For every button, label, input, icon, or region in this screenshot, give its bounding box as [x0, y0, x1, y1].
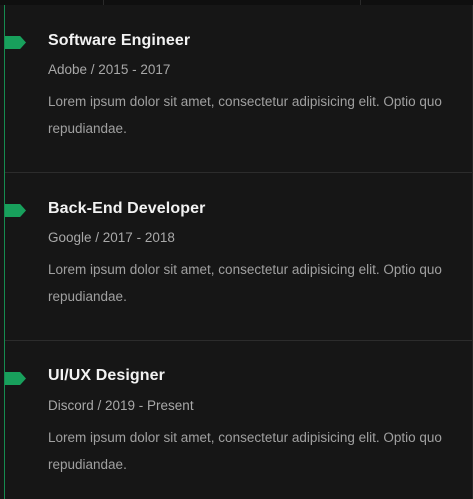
experience-item: UI/UX Designer Discord / 2019 - Present …: [5, 0, 472, 499]
job-title: UI/UX Designer: [48, 367, 165, 384]
job-meta: Discord / 2019 - Present: [48, 398, 194, 413]
timeline-marker-icon: [5, 372, 26, 385]
job-description: Lorem ipsum dolor sit amet, consectetur …: [48, 430, 442, 472]
experience-timeline: Software Engineer Adobe / 2015 - 2017 Lo…: [0, 0, 473, 499]
